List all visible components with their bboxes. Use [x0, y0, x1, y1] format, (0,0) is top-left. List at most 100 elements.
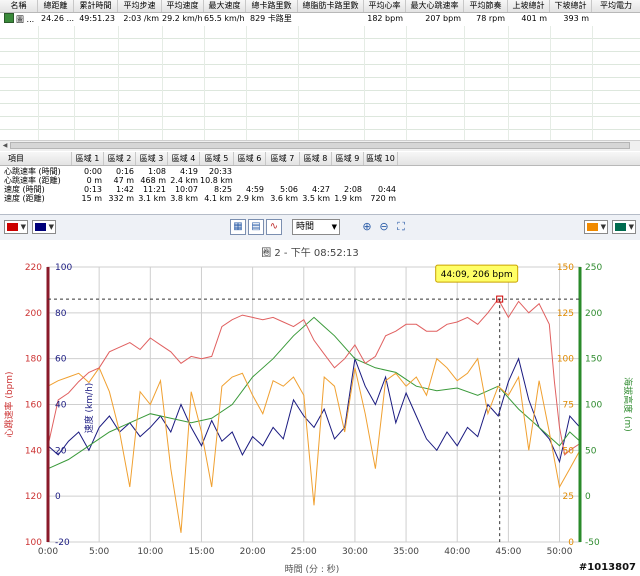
- altitude-tick-label: 50: [585, 446, 597, 456]
- col-header[interactable]: 上坡總計: [508, 0, 550, 12]
- zone-cell: 10:07: [174, 185, 198, 194]
- col-header[interactable]: 下坡總計: [550, 0, 592, 12]
- zoom-fit-icon[interactable]: ⛶: [394, 219, 408, 235]
- zone-col-header[interactable]: 區域 8: [300, 152, 332, 165]
- zone-col-header[interactable]: 區域 9: [332, 152, 364, 165]
- zone-col-header[interactable]: 區域 2: [104, 152, 136, 165]
- col-header[interactable]: 平均速度: [162, 0, 204, 12]
- cadence-tick-label: 100: [557, 355, 574, 365]
- altitude-tick-label: 0: [585, 492, 591, 502]
- col-divider: [118, 26, 119, 140]
- zone-cell: 3.8 km: [170, 194, 198, 203]
- zone-table: 項目 區域 1 區域 2 區域 3 區域 4 區域 5 區域 6 區域 7 區域 8 區域 9 區域…: [0, 152, 640, 210]
- col-divider: [364, 26, 365, 140]
- right-axis-color-1-button[interactable]: ▼: [584, 220, 608, 234]
- col-header[interactable]: 最大心跳速率: [406, 0, 464, 12]
- zone-col-header[interactable]: 區域 7: [266, 152, 300, 165]
- col-divider: [406, 26, 407, 140]
- scroll-left-arrow[interactable]: ◀: [1, 142, 9, 149]
- col-header[interactable]: 累計時間: [74, 0, 118, 12]
- col-header[interactable]: 總脂肪卡路里數: [298, 0, 364, 12]
- speed-tick-label: 60: [55, 355, 67, 365]
- zone-cell: [332, 167, 364, 176]
- row-divider: [0, 38, 640, 39]
- color-swatch: [35, 223, 46, 231]
- avg-cadence-cell: 78 rpm: [476, 14, 505, 23]
- right-axis-color-2-button[interactable]: ▼: [612, 220, 636, 234]
- zone-cell: [234, 167, 266, 176]
- row-divider: [0, 51, 640, 52]
- left-axis-color-1-button[interactable]: ▼: [4, 220, 28, 234]
- zone-col-header[interactable]: 項目: [0, 152, 72, 165]
- avg-hr-cell: 182 bpm: [367, 14, 403, 23]
- zone-col-header[interactable]: 區域 5: [200, 152, 234, 165]
- col-header[interactable]: 總距離: [38, 0, 74, 12]
- chart-smooth-icon[interactable]: ∿: [266, 219, 282, 235]
- altitude-tick-label: 100: [585, 401, 602, 411]
- avg-speed-cell: 29.2 km/h: [162, 14, 203, 23]
- scroll-thumb[interactable]: [10, 142, 630, 149]
- col-header[interactable]: 平均心率: [364, 0, 406, 12]
- chart-split-icon[interactable]: ▤: [248, 219, 264, 235]
- marker-tooltip-label: 44:09, 206 bpm: [441, 270, 513, 280]
- altitude-tick-label: 200: [585, 309, 602, 319]
- col-header[interactable]: 平均節奏: [464, 0, 508, 12]
- cadence-tick-label: 125: [557, 309, 574, 319]
- horizontal-scrollbar[interactable]: ◀: [0, 140, 640, 151]
- descent-cell: 393 m: [563, 14, 589, 23]
- watermark: #1013807: [579, 562, 636, 573]
- zone-cell: 8:25: [214, 185, 232, 194]
- zoom-out-icon[interactable]: ⊖: [377, 219, 391, 235]
- zone-cell: 4.1 km: [204, 194, 232, 203]
- zone-cell: [332, 176, 364, 185]
- chart-toolbar: ▼ ▼ ▦ ▤ ∿ 時間 ▼ ⊕ ⊖ ⛶ ▼ ▼: [0, 214, 640, 242]
- left-axis-color-2-button[interactable]: ▼: [32, 220, 56, 234]
- fat-calories-cell: [298, 13, 364, 25]
- speed-tick-label: 80: [55, 309, 67, 319]
- col-header[interactable]: 平均電力: [592, 0, 640, 12]
- color-swatch: [587, 223, 598, 231]
- col-header[interactable]: 平均步速: [118, 0, 162, 12]
- row-divider: [0, 129, 640, 130]
- col-divider: [592, 26, 593, 140]
- speed-tick-label: 100: [55, 263, 72, 273]
- col-divider: [508, 26, 509, 140]
- col-header[interactable]: 總卡路里數: [246, 0, 298, 12]
- zoom-in-icon[interactable]: ⊕: [360, 219, 374, 235]
- zone-col-header[interactable]: 區域 3: [136, 152, 168, 165]
- speed-tick-label: 40: [55, 401, 67, 411]
- hr-tick-label: 200: [25, 309, 42, 319]
- performance-chart[interactable]: 圈 2 - 下午 08:52:13 0:00 5:00 10:00 15:00 20:0…: [0, 240, 640, 576]
- zone-col-header[interactable]: 區域 4: [168, 152, 200, 165]
- distance-cell: 24.26 ...: [41, 14, 74, 23]
- col-divider: [204, 26, 205, 140]
- cadence-tick-label: 75: [563, 401, 574, 411]
- zone-col-header[interactable]: 區域 6: [234, 152, 266, 165]
- x-tick-label: 50:00: [547, 547, 573, 557]
- zone-col-header[interactable]: 區域 1: [72, 152, 104, 165]
- zone-cell: 2:08: [344, 185, 362, 194]
- col-divider: [298, 26, 299, 140]
- zone-cell: [300, 167, 332, 176]
- zone-cell: 332 m: [108, 194, 134, 203]
- chart-grid-icon[interactable]: ▦: [230, 219, 246, 235]
- speed-tick-label: 20: [55, 446, 67, 456]
- x-axis-mode-select[interactable]: 時間 ▼: [292, 219, 340, 235]
- speed-tick-label: -20: [55, 538, 70, 548]
- zone-col-header[interactable]: 區域 10: [364, 152, 398, 165]
- zone-cell: [234, 176, 266, 185]
- zone-cell: 4:27: [312, 185, 330, 194]
- col-header[interactable]: 最大速度: [204, 0, 246, 12]
- col-header[interactable]: 名稱: [0, 0, 38, 12]
- zone-cell: 0:13: [84, 185, 102, 194]
- x-tick-label: 35:00: [393, 547, 419, 557]
- table-row[interactable]: 圖 ... 24.26 ... 49:51.23 2:03 /km 29.2 k…: [0, 13, 640, 25]
- altitude-tick-label: -50: [585, 538, 600, 548]
- x-tick-label: 40:00: [444, 547, 470, 557]
- cadence-tick-label: 25: [563, 492, 574, 502]
- col-divider: [74, 26, 75, 140]
- chevron-down-icon: ▼: [20, 223, 26, 231]
- x-tick-label: 20:00: [240, 547, 266, 557]
- summary-table: 名稱 總距離 累計時間 平均步速 平均速度 最大速度 總卡路里數 總脂肪卡路里數…: [0, 0, 640, 151]
- zone-cell: 4:19: [180, 167, 198, 176]
